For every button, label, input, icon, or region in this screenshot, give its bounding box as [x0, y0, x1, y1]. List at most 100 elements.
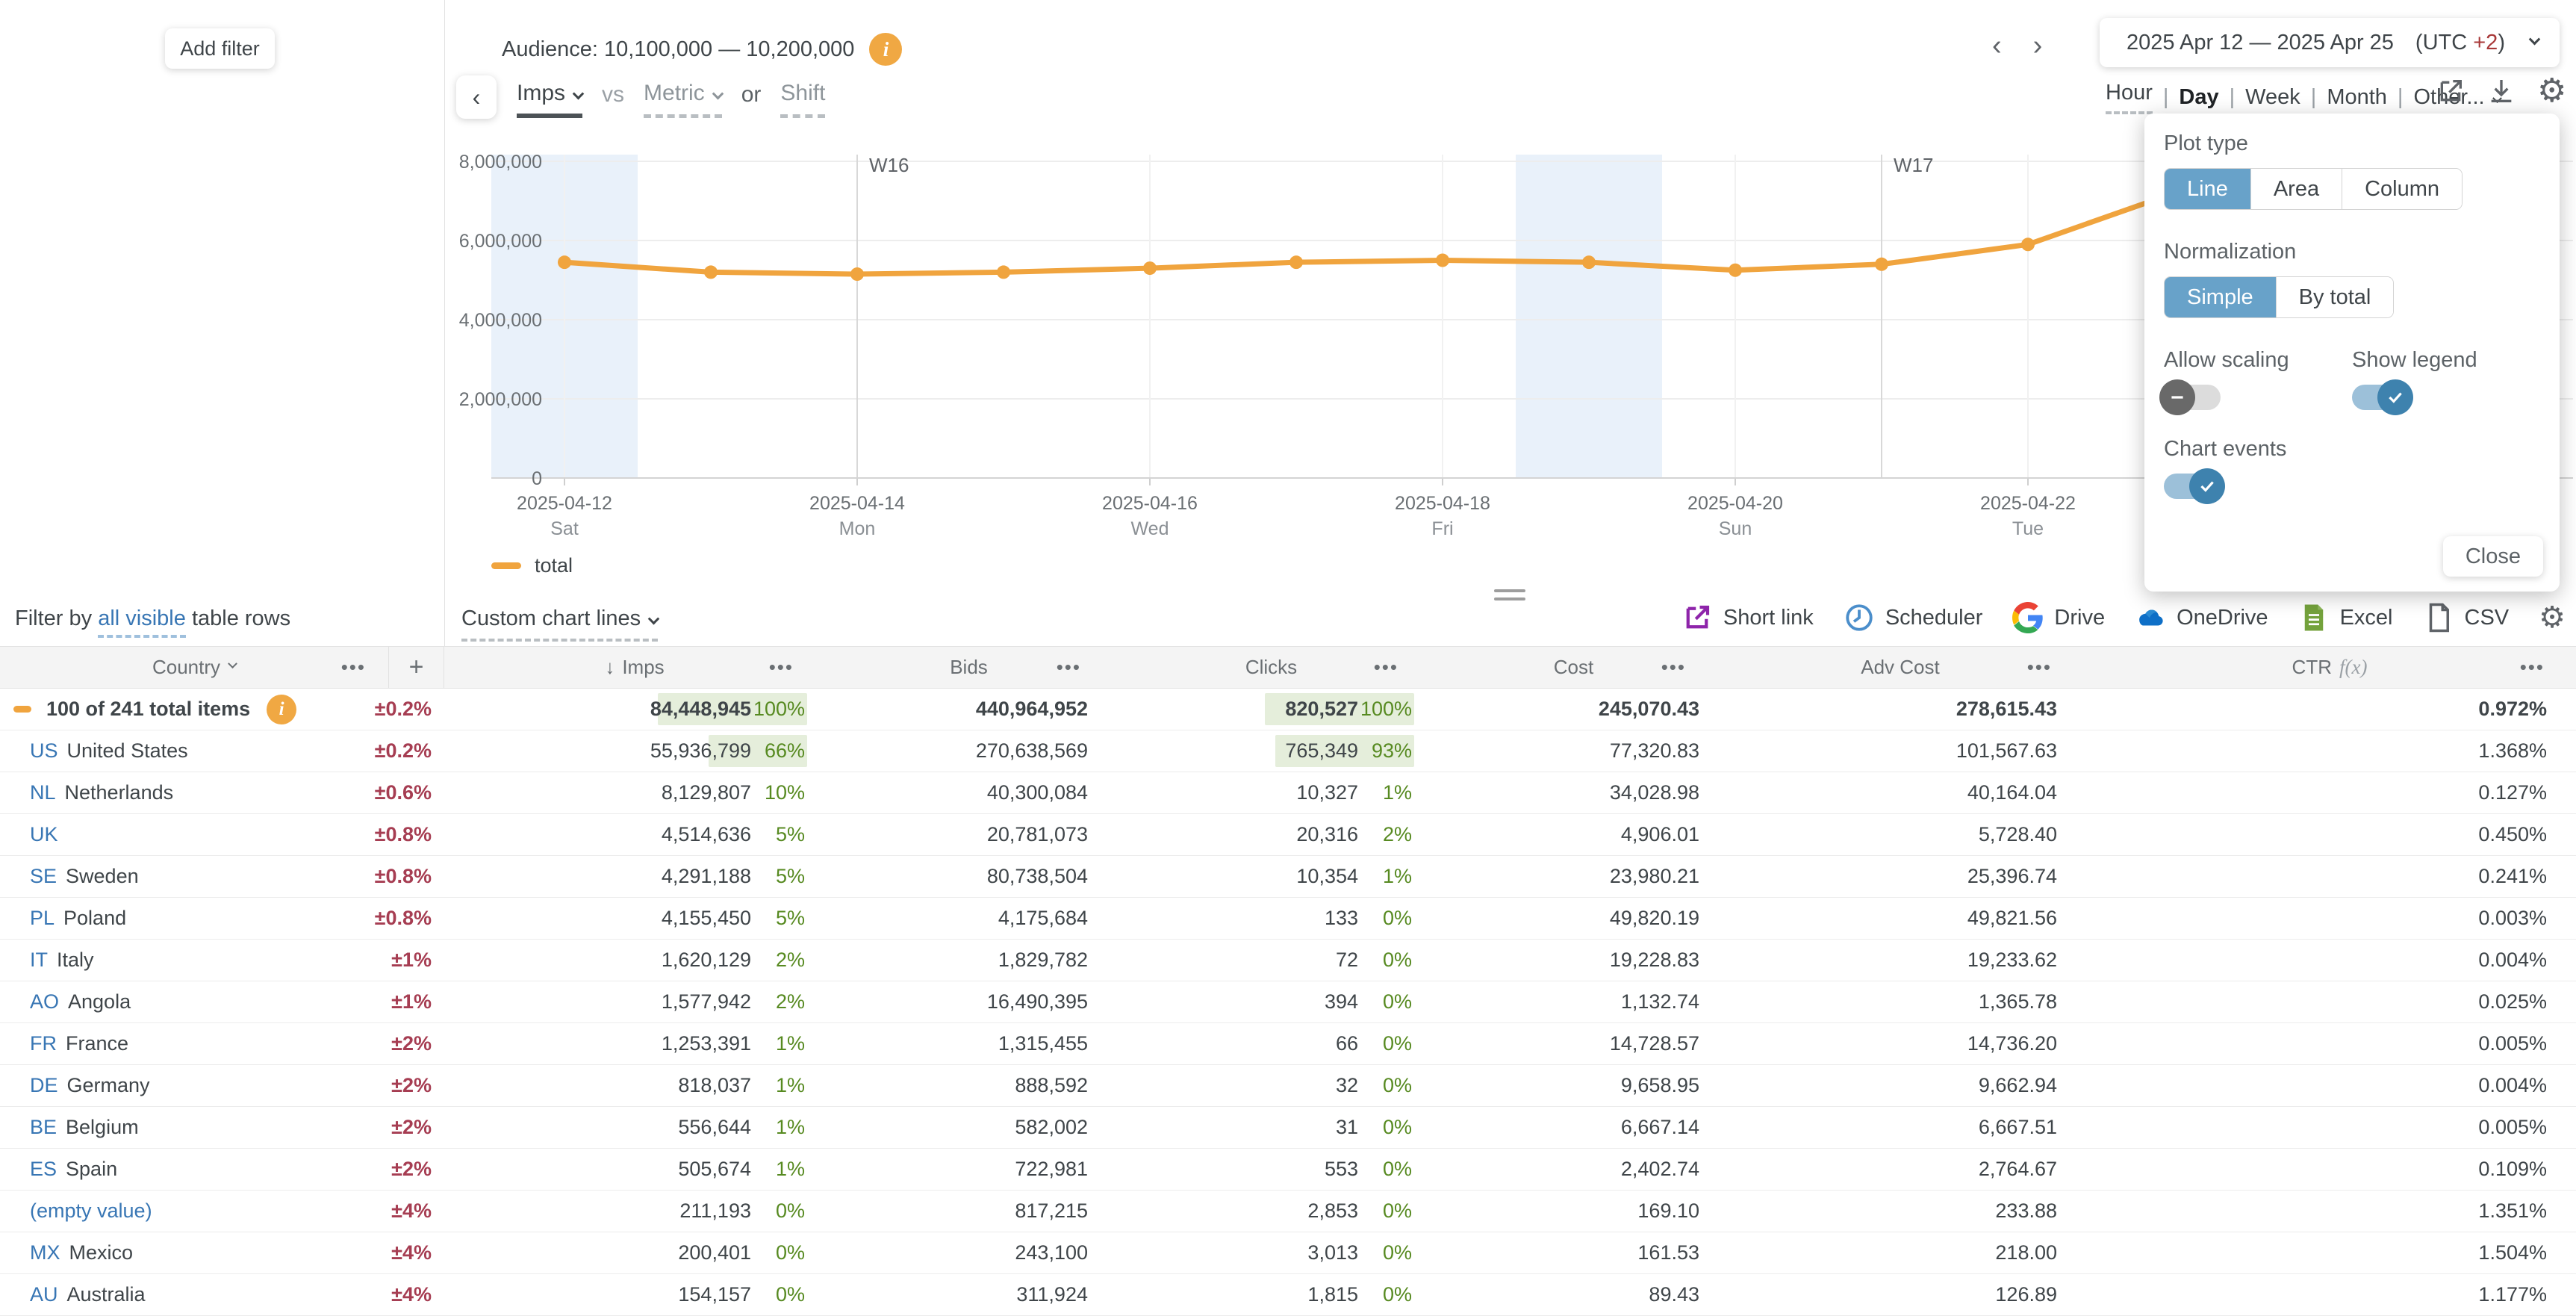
table-body: 100 of 241 total items i ±0.2% 84,448,945 10… [0, 689, 2576, 1316]
svg-text:2025-04-12: 2025-04-12 [517, 493, 612, 514]
legend-label: total [535, 554, 573, 577]
table-row[interactable]: BE Belgium ±2% 556,644 1% 582,002 31 0% 6,667.14… [0, 1107, 2576, 1149]
table-row[interactable]: AO Angola ±1% 1,577,942 2% 16,490,395 394 0% 1,1… [0, 981, 2576, 1023]
allow-scaling-toggle[interactable] [2159, 379, 2221, 415]
date-range-picker[interactable]: 2025 Apr 12 — 2025 Apr 25 (UTC +2) [2100, 18, 2560, 67]
granularity-month[interactable]: Month [2327, 85, 2387, 110]
filter-by-link[interactable]: all visible [98, 606, 186, 638]
primary-metric-dropdown[interactable]: Imps [517, 81, 585, 118]
chevron-down-icon [228, 659, 237, 669]
granularity-hour[interactable]: Hour [2106, 81, 2153, 114]
column-menu-icon[interactable]: ••• [1057, 656, 1081, 679]
clicks-cell: 1,815 0% [1307, 1283, 1412, 1306]
table-row[interactable]: ES Spain ±2% 505,674 1% 722,981 553 0% 2,402.74 2… [0, 1149, 2576, 1191]
custom-chart-lines-label: Custom chart lines [461, 606, 641, 630]
country-cell: FR France [0, 1023, 388, 1064]
prev-period-button[interactable]: ‹ [1992, 30, 2002, 62]
bids-cell: 582,002 [1015, 1116, 1088, 1138]
chart-resize-handle[interactable] [1494, 589, 1525, 606]
chevron-down-icon [712, 87, 724, 100]
custom-chart-lines-dropdown[interactable]: Custom chart lines [461, 606, 660, 642]
secondary-metric-label: Metric [644, 81, 705, 105]
granularity-day[interactable]: Day [2179, 85, 2218, 110]
table-row[interactable]: 100 of 241 total items i ±0.2% 84,448,945 10… [0, 689, 2576, 730]
shift-option[interactable]: Shift [780, 81, 826, 118]
table-row[interactable]: MX Mexico ±4% 200,401 0% 243,100 3,013 0% 161.53… [0, 1232, 2576, 1274]
column-menu-icon[interactable]: ••• [1374, 656, 1399, 679]
ctr-cell: 0.450% [2478, 823, 2547, 845]
table-row[interactable]: UK ±0.8% 4,514,636 5% 20,781,073 20,316 2% 4,90… [0, 814, 2576, 856]
download-icon[interactable] [2486, 76, 2516, 106]
short-link-icon [1686, 605, 1710, 629]
short-link-button[interactable]: Short link [1681, 602, 1814, 633]
dashboard: Add filter Audience: 10,100,000 — 10,200… [0, 0, 2576, 1316]
info-icon[interactable]: i [869, 33, 903, 66]
column-header-bids[interactable]: Bids ••• [825, 647, 1113, 688]
csv-file-icon [2429, 603, 2449, 633]
table-row[interactable]: SE Sweden ±0.8% 4,291,188 5% 80,738,504 10,354… [0, 856, 2576, 898]
excel-button[interactable]: Excel [2298, 602, 2393, 633]
column-menu-icon[interactable]: ••• [1661, 656, 1686, 679]
table-row[interactable]: PL Poland ±0.8% 4,155,450 5% 4,175,684 133 0% 49… [0, 898, 2576, 940]
ctr-cell: 0.004% [2478, 949, 2547, 971]
table-row[interactable]: NL Netherlands ±0.6% 8,129,807 10% 40,300,084… [0, 772, 2576, 814]
column-header-imps[interactable]: ↓ Imps ••• [444, 647, 825, 688]
row-label: 100 of 241 total items [46, 698, 251, 720]
info-icon[interactable]: i [267, 694, 297, 724]
adv-cost-cell: 126.89 [1995, 1283, 2057, 1306]
column-header-country[interactable]: Country ••• [0, 647, 388, 688]
close-button[interactable]: Close [2442, 536, 2543, 577]
table-row[interactable]: FR France ±2% 1,253,391 1% 1,315,455 66 0% 14,72… [0, 1023, 2576, 1065]
chart-legend[interactable]: total [491, 554, 573, 577]
chart-events-toggle[interactable] [2164, 468, 2225, 504]
column-header-adv-cost[interactable]: Adv Cost ••• [1717, 647, 2083, 688]
column-menu-icon[interactable]: ••• [2520, 656, 2545, 679]
granularity-week[interactable]: Week [2245, 85, 2300, 110]
bids-cell: 16,490,395 [986, 990, 1088, 1013]
uncertainty-cell: ±1% [391, 949, 432, 971]
back-button[interactable]: ‹ [456, 75, 497, 119]
table-row[interactable]: (empty value) ±4% 211,193 0% 817,215 2,853 0% 1… [0, 1191, 2576, 1232]
column-header-clicks[interactable]: Clicks ••• [1113, 647, 1430, 688]
plot-type-line-button[interactable]: Line [2165, 169, 2251, 209]
chart-settings-gear-icon[interactable]: ⚙ [2537, 75, 2566, 108]
bids-cell: 4,175,684 [998, 907, 1088, 929]
show-legend-toggle[interactable] [2352, 379, 2413, 415]
audience-summary: Audience: 10,100,000 — 10,200,000 i [502, 33, 903, 66]
plot-type-column-button[interactable]: Column [2342, 169, 2463, 209]
adv-cost-cell: 278,615.43 [1956, 698, 2057, 720]
uncertainty-cell: ±2% [391, 1032, 432, 1055]
column-header-ctr[interactable]: CTR f(x) ••• [2083, 647, 2576, 688]
column-header-cost[interactable]: Cost ••• [1430, 647, 1717, 688]
column-menu-icon[interactable]: ••• [341, 656, 366, 679]
next-period-button[interactable]: › [2033, 30, 2043, 62]
onedrive-button[interactable]: OneDrive [2135, 602, 2268, 633]
table-row[interactable]: US United States ±0.2% 55,936,799 66% 270,638… [0, 730, 2576, 772]
scheduler-button[interactable]: Scheduler [1844, 602, 1982, 633]
secondary-metric-dropdown[interactable]: Metric [644, 81, 724, 118]
table-settings-gear-icon[interactable]: ⚙ [2539, 603, 2566, 633]
normalization-simple-button[interactable]: Simple [2165, 277, 2277, 317]
normalization-bytotal-button[interactable]: By total [2276, 277, 2394, 317]
open-in-new-icon[interactable] [2436, 76, 2465, 106]
table-row[interactable]: DE Germany ±2% 818,037 1% 888,592 32 0% 9,658.95… [0, 1065, 2576, 1107]
add-column-button[interactable]: + [388, 647, 444, 688]
country-code: MX [30, 1241, 60, 1264]
table-row[interactable]: IT Italy ±1% 1,620,129 2% 1,829,782 72 0% 19,228… [0, 940, 2576, 981]
table-row[interactable]: AU Australia ±4% 154,157 0% 311,924 1,815 0% 89.… [0, 1274, 2576, 1316]
svg-text:2025-04-16: 2025-04-16 [1102, 493, 1198, 514]
column-menu-icon[interactable]: ••• [2027, 656, 2052, 679]
metric-controls: Imps vs Metric or Shift [517, 81, 826, 118]
country-cell: IT Italy [0, 940, 388, 981]
csv-button[interactable]: CSV [2423, 602, 2509, 633]
drive-button[interactable]: Drive [2012, 602, 2105, 633]
imps-cell: 4,514,636 5% [661, 823, 805, 845]
svg-text:2025-04-22: 2025-04-22 [1980, 493, 2076, 514]
column-menu-icon[interactable]: ••• [769, 656, 794, 679]
country-name: Netherlands [64, 781, 174, 804]
add-filter-button[interactable]: Add filter [165, 28, 275, 69]
cost-cell: 4,906.01 [1620, 823, 1699, 845]
cost-cell: 2,402.74 [1620, 1158, 1699, 1180]
adv-cost-cell: 101,567.63 [1956, 739, 2057, 762]
plot-type-area-button[interactable]: Area [2250, 169, 2343, 209]
